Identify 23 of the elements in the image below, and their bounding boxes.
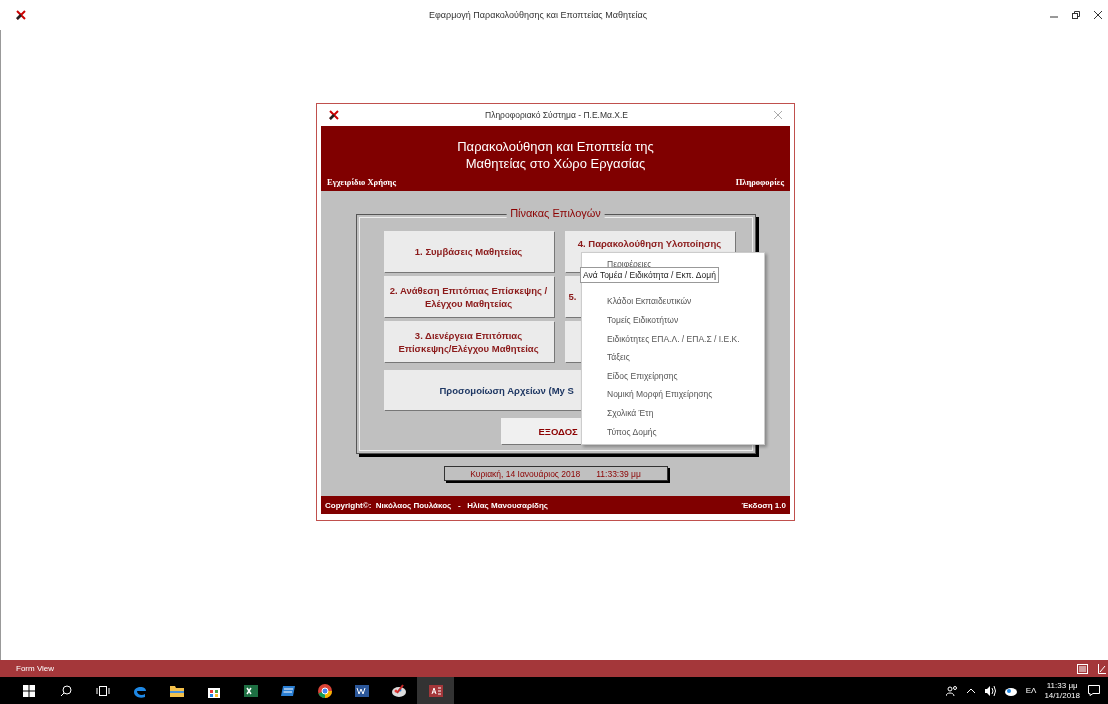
window-title: Εφαρμογή Παρακολούθησης και Εποπτείας Μαθητείας [428, 10, 648, 20]
menu-item[interactable]: Τάξεις [582, 347, 764, 367]
heading-text: Μαθητείας στο Χώρο Εργασίας [465, 155, 646, 172]
language-indicator[interactable]: ΕΛ [1025, 686, 1037, 695]
menu-item[interactable]: Ειδικότητες ΕΠΑ.Λ. / ΕΠΑ.Σ / Ι.Ε.Κ. [582, 329, 764, 348]
tooltip: Ανά Τομέα / Ειδικότητα / Εκπ. Δομή [580, 267, 719, 283]
copyright-text: Copyright©: Νικόλαος Πουλάκος - Ηλίας Μανουσαρίδης [325, 500, 548, 510]
frame-title: Πίνακας Επιλογών [506, 207, 605, 219]
menu-button[interactable]: 3. Διενέργεια Επιτόπιας Επίσκεψης/Ελέγχου Μαθητείας [383, 321, 554, 362]
menu-item[interactable]: Κλάδοι Εκπαιδευτικών [582, 292, 764, 311]
menu-button[interactable]: 1. Συμβάσεις Μαθητείας [383, 231, 554, 272]
status-text: Form View [16, 664, 55, 673]
manual-link[interactable]: Εγχειρίδιο Χρήσης [327, 177, 396, 187]
version-text: Έκδοση 1.0 [741, 500, 786, 510]
heading-text: Παρακολούθηση και Εποπτεία της [457, 138, 654, 155]
menu-button[interactable]: 2. Ανάθεση Επιτόπιας Επίσκεψης / Ελέγχου Μαθητείας [383, 276, 554, 317]
date-text: Κυριακή, 14 Ιανουάριος 2018 [470, 468, 581, 479]
info-link[interactable]: Πληροφορίες [735, 177, 784, 187]
clock-time[interactable]: 11:33 μμ [1046, 680, 1078, 691]
clock-date[interactable]: 14/1/2018 [1044, 690, 1080, 701]
time-text: 11:33:39 μμ [596, 468, 641, 479]
dialog-title: Πληροφοριακό Σύστημα - Π.Ε.Μα.Χ.Ε [484, 110, 629, 120]
menu-item[interactable]: Τομείς Ειδικοτήτων [582, 310, 764, 330]
